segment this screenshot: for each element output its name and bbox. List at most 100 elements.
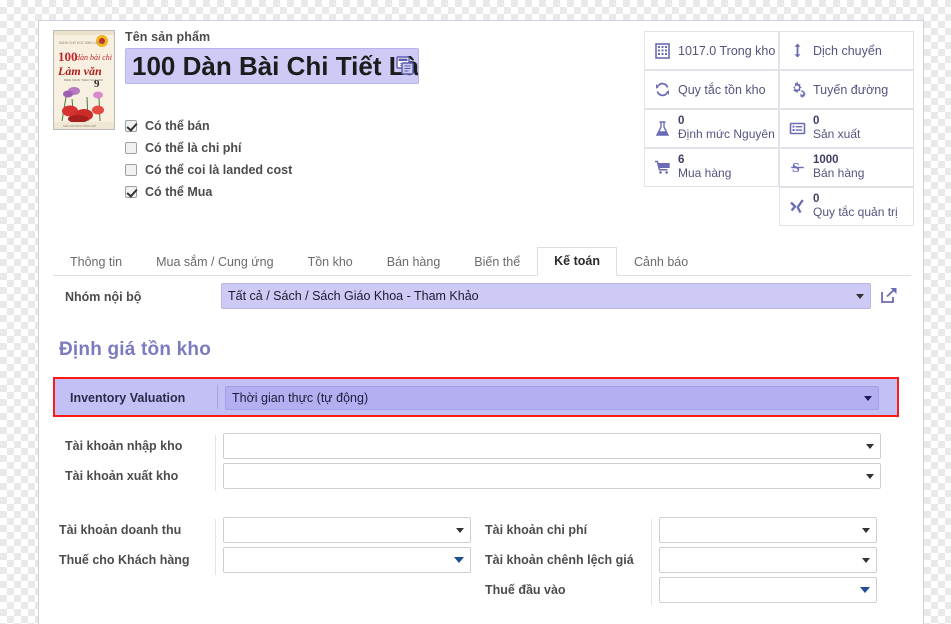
smart-button-label: Quy tắc tồn kho xyxy=(678,82,766,97)
internal-group-label: Nhóm nội bộ xyxy=(65,290,142,304)
smart-button-governance-rules[interactable]: 0 Quy tắc quản trị xyxy=(779,187,914,226)
checkbox-landed-cost[interactable]: Có thể coi là landed cost xyxy=(125,159,292,181)
xing-rules-icon xyxy=(789,198,806,215)
input-tax-row: Thuế đầu vào xyxy=(53,577,899,603)
refresh-cycle-icon xyxy=(654,81,671,98)
expense-account-row: Tài khoản chi phí xyxy=(53,517,899,543)
smart-button-reordering-rules[interactable]: Quy tắc tồn kho xyxy=(644,70,779,109)
price-difference-account-select[interactable] xyxy=(659,547,877,573)
smart-button-bom[interactable]: 0 Định mức Nguyên xyxy=(644,109,779,148)
product-thumbnail[interactable]: DANH CHO HOC SINH LOP 9 100 dàn bài chi … xyxy=(53,30,115,130)
smart-button-on-hand[interactable]: 1017.0 Trong kho xyxy=(644,31,779,70)
smart-button-value: 1017.0 xyxy=(678,43,717,58)
flask-icon xyxy=(654,120,671,137)
smart-button-panel: 1017.0 Trong kho Dịch chuyển Quy tắc tồn… xyxy=(612,31,914,226)
checkbox-label: Có thể Mua xyxy=(145,185,213,199)
smart-button-row: 6 Mua hàng S 1000 Bán hàng xyxy=(612,148,914,187)
accounts-two-column-block: Tài khoản doanh thu Thuế cho Khách hàng … xyxy=(53,517,911,607)
stock-in-account-label: Tài khoản nhập kho xyxy=(65,439,183,453)
smart-button-purchases[interactable]: 6 Mua hàng xyxy=(644,148,779,187)
smart-button-label: Sản xuất xyxy=(813,127,861,142)
smart-button-label: Trong kho xyxy=(719,43,776,58)
product-name-label: Tên sản phẩm xyxy=(125,30,211,44)
price-difference-account-label: Tài khoản chênh lệch giá xyxy=(485,553,634,567)
smart-button-sales[interactable]: S 1000 Bán hàng xyxy=(779,148,914,187)
smart-button-moves[interactable]: Dịch chuyển xyxy=(779,31,914,70)
smart-button-label: Tuyến đường xyxy=(813,82,889,97)
inventory-valuation-select[interactable]: Thời gian thực (tự động) xyxy=(225,386,879,410)
stock-out-account-row: Tài khoản xuất kho xyxy=(53,463,911,493)
checkbox-box[interactable] xyxy=(125,186,137,198)
checkbox-box[interactable] xyxy=(125,142,137,154)
shopping-cart-icon xyxy=(654,159,671,176)
stock-accounts-block: Tài khoản nhập kho Tài khoản xuất kho xyxy=(53,433,911,493)
chevron-down-icon xyxy=(862,528,870,533)
smart-button-row: 0 Quy tắc quản trị xyxy=(612,187,914,226)
checkbox-label: Có thể là chi phí xyxy=(145,141,242,155)
inventory-valuation-label: Inventory Valuation xyxy=(70,391,186,405)
tab-mua-sam-cung-ung[interactable]: Mua sắm / Cung ứng xyxy=(139,248,290,276)
checkbox-label: Có thể bán xyxy=(145,119,210,133)
svg-text:DANH CHO HOC SINH LOP 9: DANH CHO HOC SINH LOP 9 xyxy=(59,41,103,45)
chevron-down-icon xyxy=(856,294,864,299)
copy-translate-icon[interactable] xyxy=(394,51,416,75)
checkbox-box[interactable] xyxy=(125,120,137,132)
smart-button-manufacturing[interactable]: 0 Sản xuất xyxy=(779,109,914,148)
chevron-down-icon xyxy=(862,558,870,563)
tab-canh-bao[interactable]: Cảnh báo xyxy=(617,248,705,276)
smart-button-routes[interactable]: Tuyến đường xyxy=(779,70,914,109)
checkbox-box[interactable] xyxy=(125,164,137,176)
field-divider xyxy=(217,385,218,409)
accounting-tab-content: Nhóm nội bộ Tất cả / Sách / Sách Giáo Kh… xyxy=(53,283,911,607)
smart-button-row: 0 Định mức Nguyên 0 Sản xuất xyxy=(612,109,914,148)
tab-ke-toan[interactable]: Kế toán xyxy=(537,247,617,276)
smart-button-row: 1017.0 Trong kho Dịch chuyển xyxy=(612,31,914,70)
stock-out-account-label: Tài khoản xuất kho xyxy=(65,469,179,483)
input-tax-label: Thuế đầu vào xyxy=(485,583,566,597)
stock-in-account-select[interactable] xyxy=(223,433,881,459)
book-cover-image: DANH CHO HOC SINH LOP 9 100 dàn bài chi … xyxy=(54,31,114,129)
internal-group-row: Nhóm nội bộ Tất cả / Sách / Sách Giáo Kh… xyxy=(53,283,911,313)
chevron-down-icon xyxy=(860,587,870,593)
smart-button-row: Quy tắc tồn kho Tuyến đường xyxy=(612,70,914,109)
smart-button-label: Mua hàng xyxy=(678,166,732,181)
tab-ban-hang[interactable]: Bán hàng xyxy=(370,248,458,276)
svg-text:NHA XUAT BAN TONG HOP: NHA XUAT BAN TONG HOP xyxy=(63,124,97,128)
smart-button-label: Dịch chuyển xyxy=(813,43,882,58)
chevron-down-icon xyxy=(866,444,874,449)
checkbox-can-be-sold[interactable]: Có thể bán xyxy=(125,115,292,137)
input-tax-select[interactable] xyxy=(659,577,877,603)
notebook-tabs: Thông tin Mua sắm / Cung ứng Tồn kho Bán… xyxy=(53,243,911,276)
inventory-valuation-highlight: Inventory Valuation Thời gian thực (tự đ… xyxy=(53,377,899,417)
internal-group-select[interactable]: Tất cả / Sách / Sách Giáo Khoa - Tham Kh… xyxy=(221,283,871,309)
svg-text:dàn bài chi tiết: dàn bài chi tiết xyxy=(76,53,114,62)
svg-text:Làm văn: Làm văn xyxy=(57,64,102,78)
chevron-down-icon xyxy=(866,474,874,479)
svg-text:9: 9 xyxy=(94,78,100,90)
product-name-value: 100 Dàn Bài Chi Tiết Là xyxy=(132,51,419,81)
chevron-down-icon xyxy=(864,396,872,401)
expense-account-label: Tài khoản chi phí xyxy=(485,523,588,537)
price-difference-account-row: Tài khoản chênh lệch giá xyxy=(53,547,899,573)
building-icon xyxy=(654,42,671,59)
expense-account-select[interactable] xyxy=(659,517,877,543)
svg-text:S: S xyxy=(792,161,800,176)
tab-ton-kho[interactable]: Tồn kho xyxy=(291,248,370,276)
product-name-input[interactable]: 100 Dàn Bài Chi Tiết Là xyxy=(125,48,419,84)
tab-thong-tin[interactable]: Thông tin xyxy=(53,248,139,276)
smart-button-label: Định mức Nguyên xyxy=(678,127,775,142)
checkbox-can-be-purchased[interactable]: Có thể Mua xyxy=(125,181,292,203)
checkbox-can-be-expensed[interactable]: Có thể là chi phí xyxy=(125,137,292,159)
tab-bien-the[interactable]: Biến thể xyxy=(457,248,537,276)
arrows-vertical-icon xyxy=(789,42,806,59)
smart-button-label: Quy tắc quản trị xyxy=(813,205,898,220)
stock-out-account-select[interactable] xyxy=(223,463,881,489)
section-title-inventory-valuation: Định giá tồn kho xyxy=(59,339,212,360)
internal-group-value: Tất cả / Sách / Sách Giáo Khoa - Tham Kh… xyxy=(228,289,479,303)
gears-icon xyxy=(789,81,806,98)
svg-text:100: 100 xyxy=(58,49,78,64)
form-header: DANH CHO HOC SINH LOP 9 100 dàn bài chi … xyxy=(39,21,923,236)
smart-button-label: Bán hàng xyxy=(813,166,865,181)
product-form-card: DANH CHO HOC SINH LOP 9 100 dàn bài chi … xyxy=(38,20,924,624)
external-link-icon[interactable] xyxy=(879,285,899,305)
